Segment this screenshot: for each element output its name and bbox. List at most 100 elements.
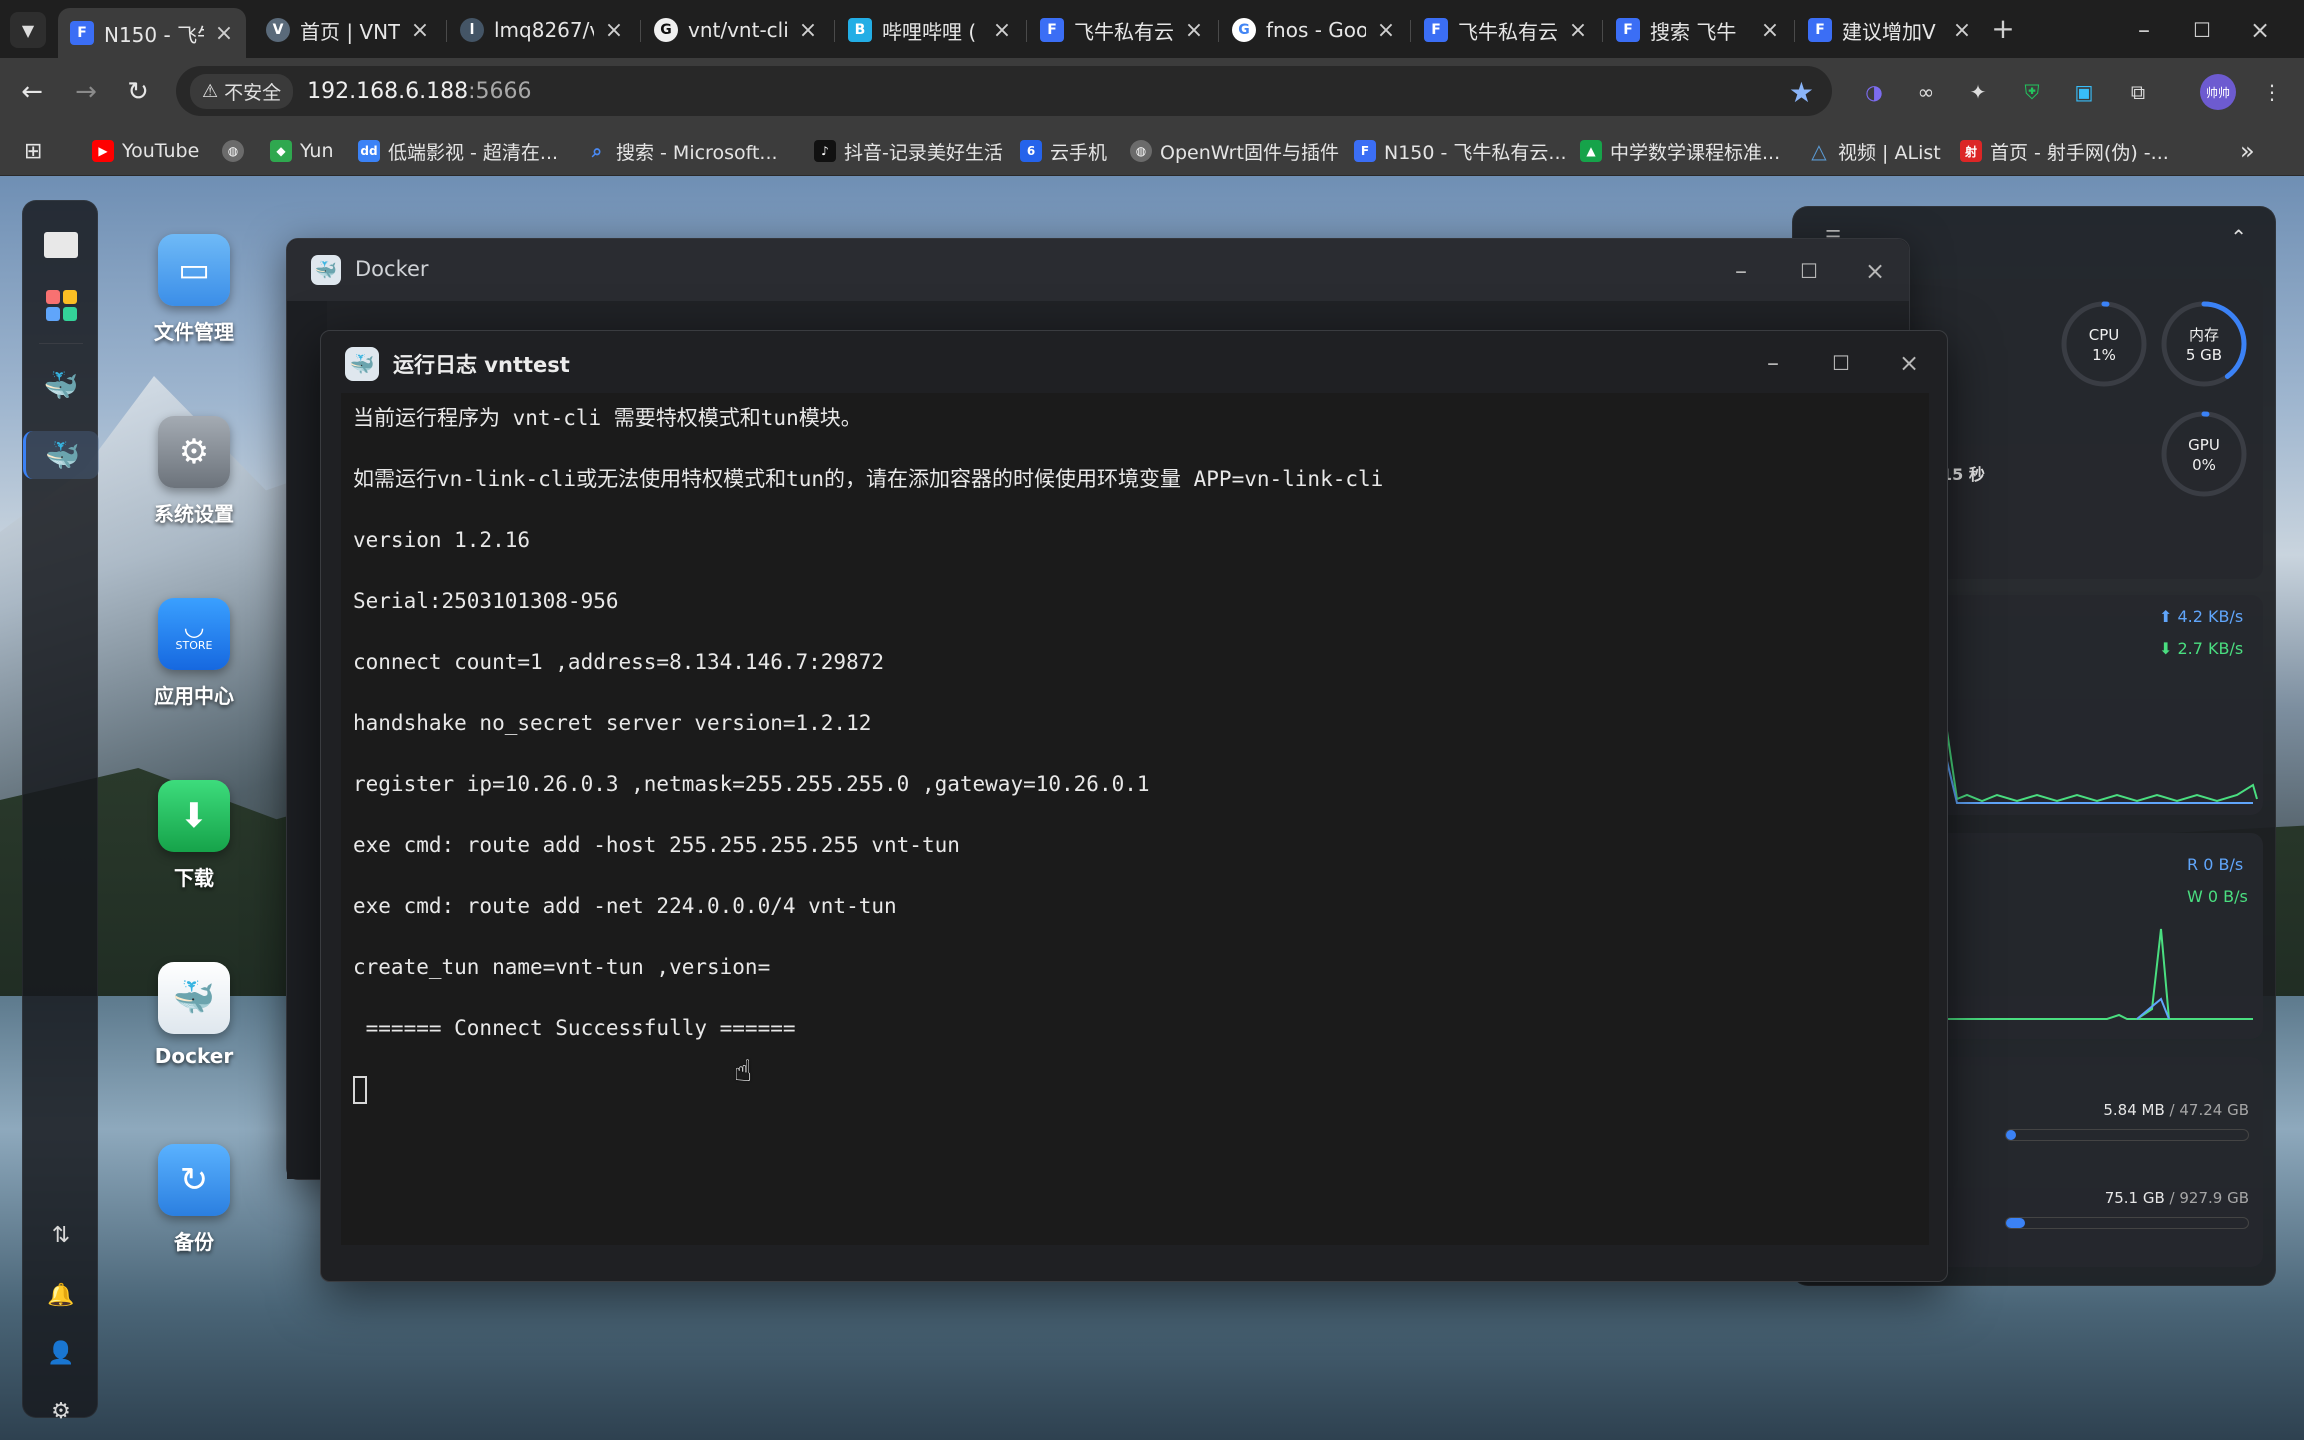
alist-icon: △ (1811, 139, 1827, 163)
new-tab-button[interactable]: + (1986, 12, 2020, 46)
shield-icon[interactable]: ⛨ (2014, 74, 2050, 110)
bookmark-item[interactable]: F N150 - 飞牛私有云... (1354, 136, 1567, 166)
bookmark-item[interactable]: 6 云手机 (1020, 136, 1107, 166)
bookmark-item[interactable]: ▲ 中学数学课程标准... (1580, 136, 1780, 166)
dock-docker-button[interactable]: 🐳 (37, 361, 85, 409)
tab-separator (1218, 20, 1219, 42)
desktop-icon-settings[interactable]: ⚙ 系统设置 (138, 416, 250, 527)
bilibili-extension-icon[interactable]: ▣ (2066, 74, 2102, 110)
warning-icon: ⚠ (202, 80, 219, 102)
extension-icon[interactable]: ◑ (1856, 74, 1892, 110)
avatar[interactable]: 帅帅 (2200, 74, 2236, 110)
docker-icon: 🐳 (345, 347, 379, 381)
tab-7[interactable]: F 飞牛私有云 × (1412, 8, 1600, 52)
bell-icon[interactable]: 🔔 (47, 1281, 75, 1309)
bookmark-item[interactable]: 射首页 - 射手网(伪) -... (1960, 136, 2169, 166)
tab-strip: ▼ F N150 - 飞牛 × V 首页 | VNT × l lmq8267/v… (0, 0, 2304, 58)
gear-icon[interactable]: ⚙ (47, 1397, 75, 1425)
close-tab-icon[interactable]: × (1952, 18, 1972, 43)
upload-arrow-icon: ⬆ (2159, 607, 2178, 626)
apps-grid-icon[interactable]: ⊞ (24, 136, 42, 166)
storage-1-bar (2005, 1129, 2249, 1141)
desktop-icon-file-manager[interactable]: ▭ 文件管理 (138, 234, 250, 345)
tab-separator (446, 20, 447, 42)
log-minimize-button[interactable]: – (1753, 343, 1793, 383)
bookmark-item[interactable]: △ 视频 | AList (1808, 136, 1940, 166)
tab-2[interactable]: l lmq8267/v × (448, 8, 636, 52)
tab-8[interactable]: F 搜索 飞牛 × (1604, 8, 1792, 52)
log-line: handshake no_secret server version=1.2.1… (353, 711, 872, 735)
dock-desktop-button[interactable] (37, 221, 85, 269)
docker-close-button[interactable]: × (1855, 251, 1895, 291)
close-tab-icon[interactable]: × (1568, 18, 1588, 43)
close-tab-icon[interactable]: × (1760, 18, 1780, 43)
tab-title: 飞牛私有云 (1074, 19, 1174, 44)
bookmark-item[interactable]: ◆ Yun (270, 136, 334, 166)
tab-6[interactable]: G fnos - Goo × (1220, 8, 1408, 52)
docker-icon: 🐳 (158, 962, 230, 1034)
docker-minimize-button[interactable]: – (1721, 251, 1761, 291)
back-arrow-icon[interactable]: ← (12, 72, 52, 112)
log-maximize-button[interactable]: ☐ (1821, 343, 1861, 383)
extension-icon[interactable]: ∞ (1908, 74, 1944, 110)
close-tab-icon[interactable]: × (1184, 18, 1204, 43)
tab-1[interactable]: V 首页 | VNT × (254, 8, 442, 52)
log-console[interactable]: 当前运行程序为 vnt-cli 需要特权模式和tun模块。 如需运行vn-lin… (341, 393, 1929, 1245)
storage-1-used: 5.84 MB (2103, 1101, 2165, 1119)
more-menu-icon[interactable]: ⋮ (2254, 74, 2290, 110)
gpu-gauge: GPU 0% (2159, 409, 2249, 499)
close-tab-icon[interactable]: × (992, 18, 1012, 43)
bookmark-item[interactable]: ◍ OpenWrt固件与插件 (1130, 136, 1339, 166)
tab-4[interactable]: B 哔哩哔哩 ( × (836, 8, 1024, 52)
minimize-window-button[interactable]: – (2124, 10, 2164, 50)
close-tab-icon[interactable]: × (410, 18, 430, 43)
log-line: 当前运行程序为 vnt-cli 需要特权模式和tun模块。 (353, 406, 862, 430)
net-upload-rate: ⬆ 4.2 KB/s (2159, 607, 2243, 626)
desktop-icon-backup[interactable]: ↻ 备份 (138, 1144, 250, 1255)
tab-9[interactable]: F 建议增加V × (1796, 8, 1984, 52)
bookmark-item[interactable]: ◍ (222, 136, 244, 166)
site-info-button[interactable]: ⚠ 不安全 (190, 73, 294, 109)
extension-icon[interactable]: ✦ (1960, 74, 1996, 110)
desktop-icon-app-center[interactable]: ◡ STORE 应用中心 (138, 598, 250, 709)
tab-5[interactable]: F 飞牛私有云 × (1028, 8, 1216, 52)
maximize-window-button[interactable]: ☐ (2182, 10, 2222, 50)
bookmark-label: Yun (300, 140, 334, 162)
bookmark-label: YouTube (122, 140, 200, 162)
close-window-button[interactable]: × (2240, 10, 2280, 50)
bookmark-item[interactable]: dd 低端影视 - 超清在... (358, 136, 558, 166)
transfer-icon[interactable]: ⇅ (47, 1221, 75, 1249)
log-line: register ip=10.26.0.3 ,netmask=255.255.2… (353, 772, 1150, 796)
dock-docker-log-button[interactable]: 🐳 (23, 431, 99, 479)
close-tab-icon[interactable]: × (604, 18, 624, 43)
puzzle-icon[interactable]: ⧉ (2120, 74, 2156, 110)
tab-0[interactable]: F N150 - 飞牛 × (58, 8, 246, 58)
close-tab-icon[interactable]: × (1376, 18, 1396, 43)
dock-apps-button[interactable] (37, 281, 85, 329)
tab-separator (1026, 20, 1027, 42)
tab-title: 搜索 飞牛 (1650, 19, 1737, 44)
reload-icon[interactable]: ↻ (118, 72, 158, 112)
bookmark-star-icon[interactable]: ★ (1789, 76, 1814, 109)
user-icon[interactable]: 👤 (47, 1339, 75, 1367)
desktop-icon-download[interactable]: ⬇ 下载 (138, 780, 250, 891)
address-bar[interactable]: ⚠ 不安全 192.168.6.188:5666 ★ (176, 66, 1832, 116)
tab-3[interactable]: G vnt/vnt-cli × (642, 8, 830, 52)
desktop-icon-docker[interactable]: 🐳 Docker (138, 962, 250, 1068)
close-tab-icon[interactable]: × (214, 21, 234, 46)
bookmark-item[interactable]: ▶ YouTube (92, 136, 199, 166)
collapse-icon[interactable]: ⌃ (2230, 225, 2247, 249)
memory-gauge: 内存 5 GB (2159, 299, 2249, 389)
bookmark-item[interactable]: ⌕ 搜索 - Microsoft... (586, 136, 778, 166)
log-line: exe cmd: route add -net 224.0.0.0/4 vnt-… (353, 894, 897, 918)
more-bookmarks-icon[interactable]: » (2240, 136, 2255, 166)
bookmark-label: 中学数学课程标准... (1610, 141, 1781, 164)
tab-search-button[interactable]: ▼ (10, 12, 46, 48)
docker-maximize-button[interactable]: ☐ (1789, 251, 1829, 291)
bookmark-item[interactable]: ♪ 抖音-记录美好生活 (814, 136, 1003, 166)
storage-2-usage: 75.1 GB / 927.9 GB (2027, 1189, 2249, 1207)
close-tab-icon[interactable]: × (798, 18, 818, 43)
forward-arrow-icon[interactable]: → (66, 72, 106, 112)
log-close-button[interactable]: × (1889, 343, 1929, 383)
hand-pointer-icon: ☝ (734, 1054, 753, 1089)
